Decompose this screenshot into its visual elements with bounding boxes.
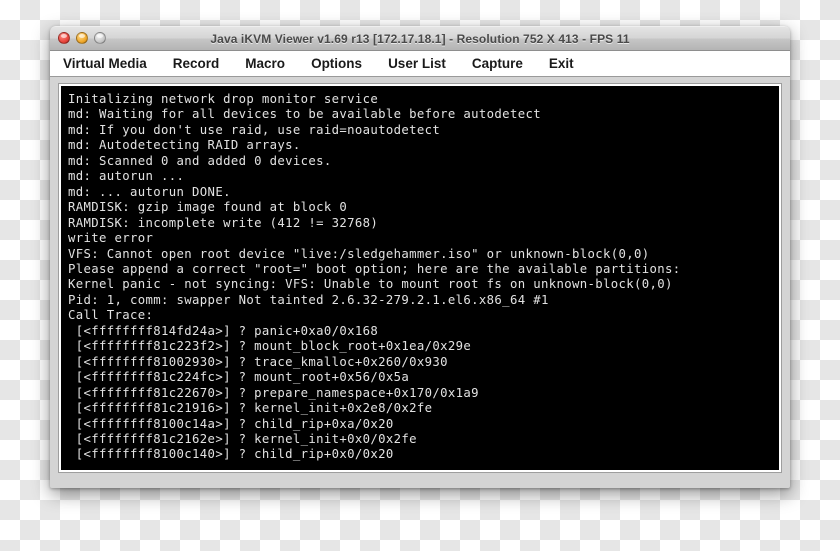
console-line: Call Trace: <box>68 308 154 323</box>
console-line: [<ffffffff81c22670>] ? prepare_namespace… <box>68 385 479 400</box>
menu-item-record[interactable]: Record <box>160 56 233 71</box>
console-line: [<ffffffff81c21916>] ? kernel_init+0x2e8… <box>68 401 433 416</box>
console-line: Initalizing network drop monitor service <box>68 92 379 106</box>
console-line: RAMDISK: incomplete write (412 != 32768) <box>68 215 379 230</box>
console-line: [<ffffffff81c2162e>] ? kernel_init+0x0/0… <box>68 431 417 446</box>
window-controls <box>58 32 106 44</box>
console-line: md: Scanned 0 and added 0 devices. <box>68 153 332 168</box>
menu-bar: Virtual Media Record Macro Options User … <box>50 51 790 77</box>
menu-item-exit[interactable]: Exit <box>536 56 587 71</box>
console-line: [<ffffffff81c223f2>] ? mount_block_root+… <box>68 339 472 354</box>
console-line: md: autorun ... <box>68 169 185 184</box>
console-line: md: ... autorun DONE. <box>68 184 231 199</box>
console-line: [<ffffffff81002930>] ? trace_kmalloc+0x2… <box>68 354 448 369</box>
console-line: Pid: 1, comm: swapper Not tainted 2.6.32… <box>68 292 549 307</box>
window-titlebar[interactable]: Java iKVM Viewer v1.69 r13 [172.17.18.1]… <box>50 26 790 51</box>
close-button[interactable] <box>58 32 70 44</box>
menu-item-options[interactable]: Options <box>298 56 375 71</box>
ikvm-viewer-window: Java iKVM Viewer v1.69 r13 [172.17.18.1]… <box>50 26 790 488</box>
zoom-button <box>94 32 106 44</box>
menu-item-macro[interactable]: Macro <box>232 56 298 71</box>
minimize-button[interactable] <box>76 32 88 44</box>
console-line: Kernel panic - not syncing: VFS: Unable … <box>68 277 673 292</box>
menu-item-capture[interactable]: Capture <box>459 56 536 71</box>
console-line: write error <box>68 231 154 246</box>
console-line: md: If you don't use raid, use raid=noau… <box>68 122 441 137</box>
console-line: Please append a correct "root=" boot opt… <box>68 261 681 276</box>
console-line: [<ffffffff8100c14a>] ? child_rip+0xa/0x2… <box>68 416 394 431</box>
window-title: Java iKVM Viewer v1.69 r13 [172.17.18.1]… <box>210 31 630 46</box>
kvm-console-output[interactable]: Initalizing network drop monitor service… <box>61 86 779 470</box>
console-line: [<ffffffff81c224fc>] ? mount_root+0x56/0… <box>68 370 410 385</box>
console-line: [<ffffffff8100c140>] ? child_rip+0x0/0x2… <box>68 447 394 462</box>
console-line: md: Waiting for all devices to be availa… <box>68 107 541 122</box>
console-frame: Initalizing network drop monitor service… <box>58 83 782 473</box>
console-line: [<ffffffff814fd24a>] ? panic+0xa0/0x168 <box>68 323 379 338</box>
console-line: RAMDISK: gzip image found at block 0 <box>68 200 348 215</box>
menu-item-user-list[interactable]: User List <box>375 56 459 71</box>
menu-item-virtual-media[interactable]: Virtual Media <box>59 56 160 71</box>
console-line: VFS: Cannot open root device "live:/sled… <box>68 246 650 261</box>
console-line: md: Autodetecting RAID arrays. <box>68 138 301 153</box>
